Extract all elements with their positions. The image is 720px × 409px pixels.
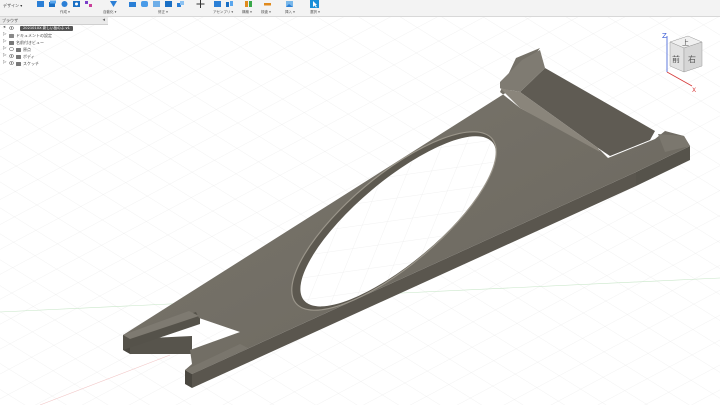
viewcube-top-label: 上 (682, 38, 689, 47)
folder-icon (9, 40, 14, 45)
visibility-eye-icon[interactable] (9, 26, 14, 30)
expand-arrow-icon[interactable]: ◂ (3, 25, 5, 30)
insert-menu-label[interactable]: 挿入 ▾ (285, 10, 295, 15)
fillet-icon[interactable] (140, 0, 149, 8)
expand-arrow-icon[interactable]: ▷ (3, 32, 6, 37)
canvas-viewport[interactable] (0, 17, 720, 406)
combine-icon[interactable] (164, 0, 173, 8)
model-scene[interactable] (0, 17, 720, 406)
hole-icon[interactable] (72, 0, 81, 8)
viewcube-right-label: 右 (688, 54, 696, 64)
collapse-panel-icon[interactable]: ◂ (102, 17, 105, 23)
browser-item[interactable]: ▷ 原点 (0, 46, 108, 53)
browser-item[interactable]: ▷ ボディ (0, 53, 108, 60)
press-pull-icon[interactable] (128, 0, 137, 8)
revolve-icon[interactable] (60, 0, 69, 8)
folder-icon (16, 61, 21, 66)
pattern-icon[interactable] (84, 0, 93, 8)
insert-image-icon[interactable] (285, 0, 294, 8)
new-sketch-icon[interactable] (36, 0, 45, 8)
toolbar: デザイン ▾ 作成 ▾ 自動化 ▾ 修正 ▾ アセンブリ ▾ 構築 ▾ 検査 ▾… (0, 0, 720, 17)
x-axis-line (666, 71, 693, 87)
folder-icon (16, 47, 21, 52)
browser-item[interactable]: ▷ 名前付きビュー (0, 39, 108, 46)
folder-icon (16, 54, 21, 59)
extrude-icon[interactable] (48, 0, 57, 8)
visibility-eye-icon[interactable] (9, 47, 14, 51)
modify-menu-label[interactable]: 修正 ▾ (158, 10, 168, 15)
move-icon[interactable] (196, 0, 205, 8)
select-cursor-icon[interactable] (310, 0, 319, 8)
browser-header: ブラウザ ◂ (0, 17, 108, 25)
automate-icon[interactable] (109, 0, 118, 8)
browser-panel: ブラウザ ◂ ◂ 202101XX 新しい板のふ v1 ▷ ドキュメントの設定 … (0, 17, 108, 77)
expand-arrow-icon[interactable]: ▷ (3, 60, 6, 65)
expand-arrow-icon[interactable]: ▷ (3, 39, 6, 44)
inspect-menu-label[interactable]: 検査 ▾ (261, 10, 271, 15)
expand-arrow-icon[interactable]: ▷ (3, 53, 6, 58)
x-axis-label: X (692, 87, 696, 92)
z-axis-label: Z (662, 32, 667, 40)
expand-arrow-icon[interactable]: ▷ (3, 46, 6, 51)
shell-icon[interactable] (152, 0, 161, 8)
workspace-switcher[interactable]: デザイン ▾ (3, 3, 22, 9)
browser-root-node[interactable]: ◂ 202101XX 新しい板のふ v1 (0, 25, 108, 32)
select-menu-label[interactable]: 選択 ▾ (310, 10, 320, 15)
assemble-menu-label[interactable]: アセンブリ ▾ (213, 10, 233, 15)
settings-gear-icon (9, 33, 14, 38)
offset-plane-icon[interactable] (244, 0, 253, 8)
new-component-icon[interactable] (213, 0, 222, 8)
browser-title: ブラウザ (2, 18, 18, 23)
scale-icon[interactable] (176, 0, 185, 8)
visibility-eye-icon[interactable] (9, 54, 14, 58)
root-component-label[interactable]: 202101XX 新しい板のふ v1 (20, 25, 73, 31)
browser-item[interactable]: ▷ スケッチ (0, 60, 108, 67)
browser-item[interactable]: ▷ ドキュメントの設定 (0, 32, 108, 39)
construct-menu-label[interactable]: 構築 ▾ (242, 10, 252, 15)
visibility-eye-icon[interactable] (9, 61, 14, 65)
viewcube-front-label: 前 (672, 54, 680, 64)
create-menu-label[interactable]: 作成 ▾ (60, 10, 70, 15)
joint-icon[interactable] (225, 0, 234, 8)
automate-menu-label[interactable]: 自動化 ▾ (103, 10, 116, 15)
measure-icon[interactable] (263, 0, 272, 8)
browser-item-label: スケッチ (23, 61, 39, 66)
view-cube[interactable]: Z X 上 前 右 (655, 27, 705, 92)
